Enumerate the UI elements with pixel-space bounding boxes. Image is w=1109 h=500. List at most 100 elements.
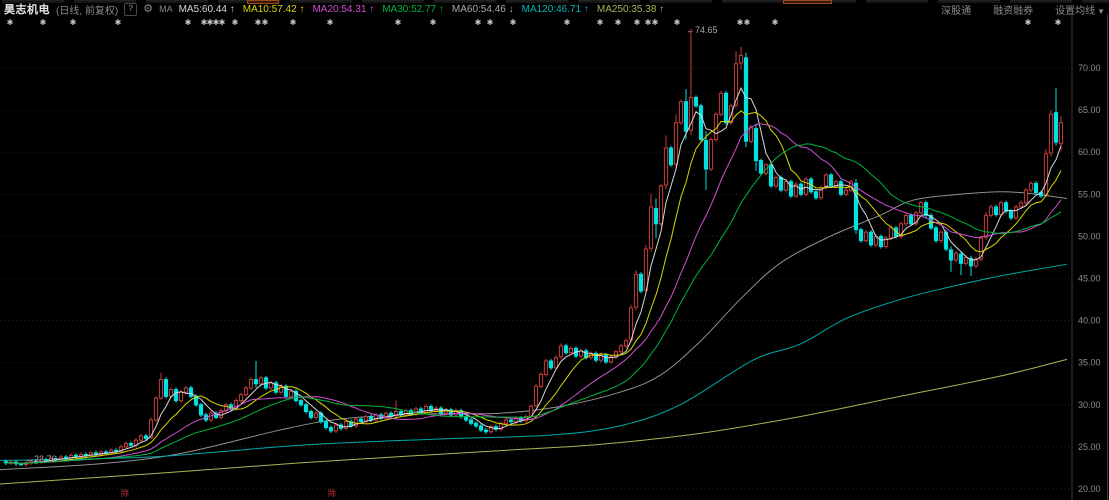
period-adjust-label: (日线, 前复权)	[56, 5, 119, 17]
event-marker-icon: ✱	[634, 18, 641, 27]
candle-body	[828, 174, 834, 187]
price-annotation: ←74.65	[686, 25, 718, 35]
candle-body	[178, 391, 184, 402]
link-ma-settings[interactable]: 设置均线 ▼	[1055, 2, 1105, 17]
candle-body	[243, 387, 249, 396]
candle-body	[998, 202, 1004, 216]
legend-ma250: MA250:35.38 ↑	[596, 3, 665, 15]
candle-body	[163, 379, 169, 397]
candle-body	[1058, 122, 1064, 145]
candle-body	[753, 128, 759, 162]
candle-body	[473, 422, 479, 427]
event-marker-icon: ✱	[597, 18, 604, 27]
event-marker-icon: ✱	[395, 18, 402, 27]
candle-body	[868, 231, 874, 246]
legend-ma10: MA10:57.42 ↑	[242, 3, 305, 15]
y-axis-label: 65.00	[1078, 105, 1101, 115]
y-axis-label: 30.00	[1078, 400, 1101, 410]
candle-body	[258, 377, 264, 385]
event-marker-icon: ✱	[327, 18, 334, 27]
candle-body	[718, 92, 724, 115]
candle-body	[18, 463, 24, 466]
candle-body	[993, 206, 999, 216]
candle-body	[173, 389, 179, 402]
candle-body	[1013, 206, 1019, 219]
candle-body	[558, 345, 564, 358]
event-marker-icon: ✱	[615, 18, 622, 27]
candle-body	[933, 227, 939, 242]
candle-body	[658, 185, 664, 225]
candle-body	[478, 425, 484, 431]
event-marker-icon: ✱	[232, 18, 239, 27]
candle-body	[703, 139, 709, 170]
candle-body	[253, 379, 259, 385]
event-marker-icon: ✱	[475, 18, 482, 27]
legend-ma20: MA20:54.31 ↑	[312, 3, 375, 15]
candle-body	[123, 443, 129, 448]
candle-body	[778, 176, 784, 191]
candle-body	[343, 421, 349, 429]
candle-body	[918, 202, 924, 214]
candle-body	[1048, 113, 1054, 154]
y-axis-label: 20.00	[1078, 484, 1101, 494]
event-marker-icon: ✱	[564, 18, 571, 27]
candle-body	[508, 419, 514, 423]
gear-icon[interactable]: ⚙	[143, 3, 153, 15]
legend-ma60: MA60:54.46 ↓	[451, 3, 514, 15]
event-marker-icon: ✱	[645, 18, 652, 27]
candle-body	[953, 252, 959, 261]
dividend-marker-icon: 除	[121, 488, 129, 498]
candle-body	[788, 181, 794, 197]
event-marker-icon: ✱	[255, 18, 262, 27]
candle-body	[1023, 189, 1029, 204]
candle-body	[843, 189, 849, 195]
event-marker-icon: ✱	[510, 18, 517, 27]
event-marker-icon: ✱	[262, 18, 269, 27]
candle-body	[758, 160, 764, 174]
y-axis-label: 40.00	[1078, 316, 1101, 326]
candle-body	[618, 345, 624, 353]
candle-body	[1033, 182, 1039, 194]
candle-body	[888, 227, 894, 239]
y-axis-label: 25.00	[1078, 442, 1101, 452]
link-szse-connect[interactable]: 深股通	[941, 2, 971, 17]
candle-body	[303, 404, 309, 413]
event-marker-icon: ✱	[70, 18, 77, 27]
candle-body	[963, 256, 969, 264]
candle-body	[653, 208, 659, 225]
event-marker-icon: ✱	[737, 18, 744, 27]
candle-body	[768, 164, 774, 187]
candle-body	[663, 147, 669, 186]
candle-body	[628, 307, 634, 341]
help-icon[interactable]: ?	[124, 2, 138, 16]
candle-body	[553, 357, 559, 369]
candle-body	[63, 456, 69, 459]
candle-body	[143, 435, 149, 439]
candle-body	[323, 421, 329, 429]
candle-body	[138, 435, 144, 441]
event-marker-icon: ✱	[290, 18, 297, 27]
candle-body	[648, 206, 654, 249]
link-margin-trading[interactable]: 融资融券	[993, 2, 1033, 17]
event-marker-icon: ✱	[652, 18, 659, 27]
candle-body	[533, 385, 539, 407]
event-marker-icon: ✱	[674, 18, 681, 27]
candle-body	[683, 101, 689, 132]
candle-body	[358, 418, 364, 423]
candle-body	[238, 394, 244, 402]
ma-legend: MA5:60.44 ↑ MA10:57.42 ↑ MA20:54.31 ↑ MA30:…	[179, 4, 665, 15]
candlestick-chart[interactable]: 70.00 65.00 60.00 55.00 50.00 45.00 40.00 35.00…	[0, 0, 1109, 500]
candle-body	[863, 231, 869, 242]
candle-body	[198, 404, 204, 416]
candle-body	[673, 122, 679, 165]
candle-body	[568, 347, 574, 354]
event-marker-icon: ✱	[744, 18, 751, 27]
candle-body	[708, 139, 714, 170]
y-axis-label: 70.00	[1078, 63, 1101, 73]
ma-group-label: MA	[159, 4, 173, 14]
candle-body	[183, 387, 189, 393]
candle-body	[248, 379, 254, 389]
candle-body	[368, 416, 374, 421]
candle-body	[538, 373, 544, 387]
candle-body	[823, 174, 829, 189]
